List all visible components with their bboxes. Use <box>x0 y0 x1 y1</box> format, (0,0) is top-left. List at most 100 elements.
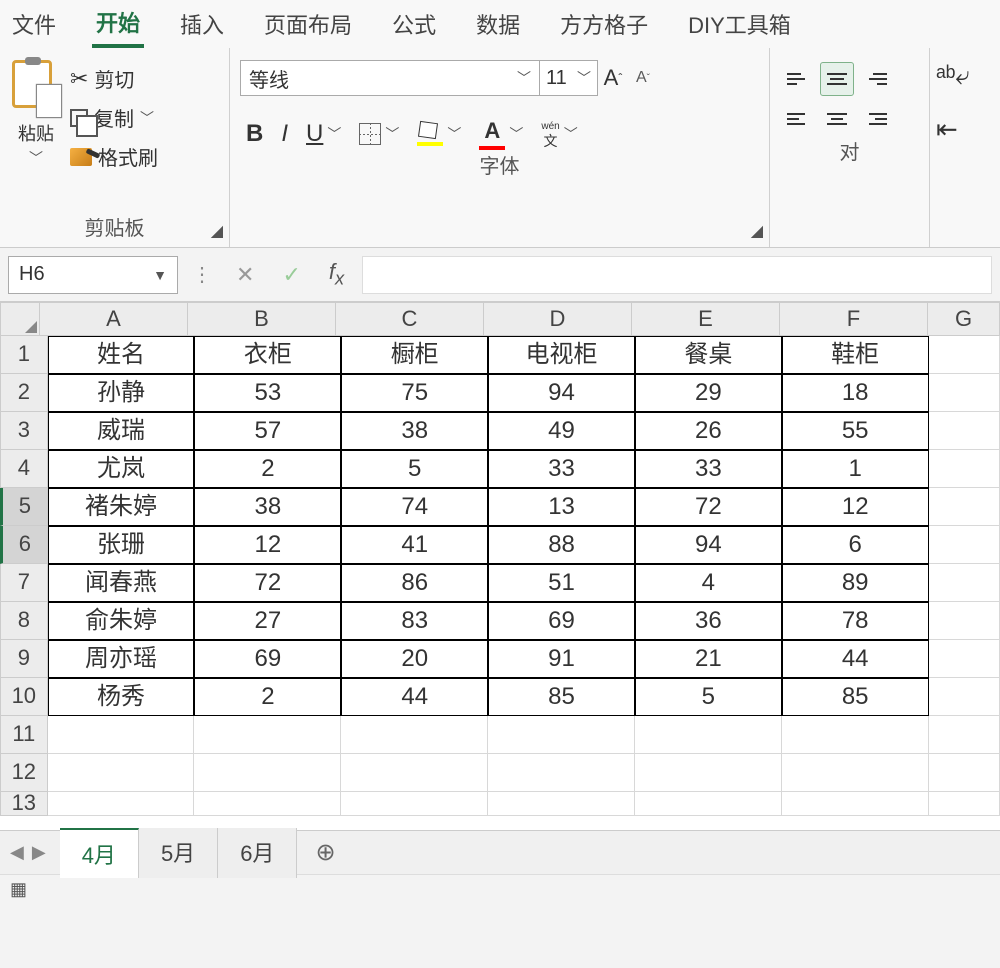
row-header-1[interactable]: 1 <box>0 336 48 374</box>
row-header-8[interactable]: 8 <box>0 602 48 640</box>
cell-C11[interactable] <box>341 716 488 754</box>
format-painter-button[interactable]: 格式刷 <box>70 142 158 171</box>
row-header-4[interactable]: 4 <box>0 450 48 488</box>
sheet-nav-next-button[interactable]: ▶ <box>32 842 46 863</box>
cell-G12[interactable] <box>929 754 1000 792</box>
cell-C7[interactable]: 86 <box>341 564 488 602</box>
cell-F6[interactable]: 6 <box>782 526 929 564</box>
cell-C12[interactable] <box>341 754 488 792</box>
cell-B11[interactable] <box>194 716 341 754</box>
italic-button[interactable]: I <box>281 120 288 148</box>
wrap-text-button[interactable]: ᵃᵇ⤶ <box>936 60 970 92</box>
cell-E10[interactable]: 5 <box>635 678 782 716</box>
cell-C1[interactable]: 橱柜 <box>341 336 488 374</box>
row-header-5[interactable]: 5 <box>0 488 48 526</box>
cell-B5[interactable]: 38 <box>194 488 341 526</box>
sheet-tab-6月[interactable]: 6月 <box>218 828 297 878</box>
cell-D12[interactable] <box>488 754 635 792</box>
cell-B2[interactable]: 53 <box>194 374 341 412</box>
indent-button[interactable]: ⇤ <box>936 114 970 145</box>
cell-B8[interactable]: 27 <box>194 602 341 640</box>
menu-item-3[interactable]: 页面布局 <box>260 2 356 46</box>
sheet-tab-5月[interactable]: 5月 <box>139 828 218 878</box>
cell-D7[interactable]: 51 <box>488 564 635 602</box>
cell-A3[interactable]: 威瑞 <box>48 412 195 450</box>
cell-C13[interactable] <box>341 792 488 816</box>
cell-B7[interactable]: 72 <box>194 564 341 602</box>
cell-E13[interactable] <box>635 792 782 816</box>
cell-F13[interactable] <box>782 792 929 816</box>
cell-F11[interactable] <box>782 716 929 754</box>
cell-A10[interactable]: 杨秀 <box>48 678 195 716</box>
column-header-E[interactable]: E <box>632 302 780 336</box>
cell-C5[interactable]: 74 <box>341 488 488 526</box>
cell-G10[interactable] <box>929 678 1000 716</box>
cell-C4[interactable]: 5 <box>341 450 488 488</box>
increase-font-size-button[interactable]: Aˆ <box>598 60 628 96</box>
row-header-12[interactable]: 12 <box>0 754 48 792</box>
bold-button[interactable]: B <box>246 120 263 148</box>
align-left-button[interactable] <box>780 102 814 136</box>
cell-F9[interactable]: 44 <box>782 640 929 678</box>
cell-D10[interactable]: 85 <box>488 678 635 716</box>
cell-A11[interactable] <box>48 716 195 754</box>
copy-button[interactable]: 复制﹀ <box>70 103 158 132</box>
clipboard-dialog-launcher[interactable]: ◢ <box>211 221 223 241</box>
cell-D3[interactable]: 49 <box>488 412 635 450</box>
cell-F1[interactable]: 鞋柜 <box>782 336 929 374</box>
cell-E6[interactable]: 94 <box>635 526 782 564</box>
cell-B3[interactable]: 57 <box>194 412 341 450</box>
menu-item-0[interactable]: 文件 <box>8 2 60 46</box>
column-header-A[interactable]: A <box>40 302 188 336</box>
align-top-left-button[interactable] <box>780 62 814 96</box>
cell-A5[interactable]: 褚朱婷 <box>48 488 195 526</box>
cell-D6[interactable]: 88 <box>488 526 635 564</box>
cell-G5[interactable] <box>929 488 1000 526</box>
cell-E3[interactable]: 26 <box>635 412 782 450</box>
cell-D4[interactable]: 33 <box>488 450 635 488</box>
cell-F3[interactable]: 55 <box>782 412 929 450</box>
cell-B1[interactable]: 衣柜 <box>194 336 341 374</box>
paste-button[interactable]: 粘贴 ﹀ <box>10 60 62 168</box>
cell-D11[interactable] <box>488 716 635 754</box>
cell-B4[interactable]: 2 <box>194 450 341 488</box>
row-header-6[interactable]: 6 <box>0 526 48 564</box>
cell-C3[interactable]: 38 <box>341 412 488 450</box>
cell-E2[interactable]: 29 <box>635 374 782 412</box>
phonetic-guide-button[interactable]: wén文﹀ <box>541 121 577 148</box>
cell-G7[interactable] <box>929 564 1000 602</box>
column-header-F[interactable]: F <box>780 302 928 336</box>
cell-B13[interactable] <box>194 792 341 816</box>
menu-item-1[interactable]: 开始 <box>92 0 144 48</box>
cell-E7[interactable]: 4 <box>635 564 782 602</box>
cell-A4[interactable]: 尤岚 <box>48 450 195 488</box>
underline-button[interactable]: U﹀ <box>306 120 341 148</box>
cell-A9[interactable]: 周亦瑶 <box>48 640 195 678</box>
row-header-2[interactable]: 2 <box>0 374 48 412</box>
cell-B6[interactable]: 12 <box>194 526 341 564</box>
cell-G2[interactable] <box>929 374 1000 412</box>
cell-A6[interactable]: 张珊 <box>48 526 195 564</box>
accept-formula-button[interactable]: ✓ <box>272 262 310 288</box>
cell-G3[interactable] <box>929 412 1000 450</box>
cell-F12[interactable] <box>782 754 929 792</box>
cell-D1[interactable]: 电视柜 <box>488 336 635 374</box>
cell-C9[interactable]: 20 <box>341 640 488 678</box>
cell-G13[interactable] <box>929 792 1000 816</box>
column-header-D[interactable]: D <box>484 302 632 336</box>
align-top-right-button[interactable] <box>860 62 894 96</box>
cell-E11[interactable] <box>635 716 782 754</box>
cell-D9[interactable]: 91 <box>488 640 635 678</box>
sheet-tab-4月[interactable]: 4月 <box>60 828 139 878</box>
menu-item-4[interactable]: 公式 <box>388 2 440 46</box>
column-header-C[interactable]: C <box>336 302 484 336</box>
cell-E4[interactable]: 33 <box>635 450 782 488</box>
row-header-11[interactable]: 11 <box>0 716 48 754</box>
cell-B12[interactable] <box>194 754 341 792</box>
cut-button[interactable]: ✂剪切 <box>70 64 158 93</box>
menu-item-5[interactable]: 数据 <box>472 2 524 46</box>
cell-G1[interactable] <box>929 336 1000 374</box>
formula-input[interactable] <box>362 256 992 294</box>
column-header-B[interactable]: B <box>188 302 336 336</box>
cell-A7[interactable]: 闻春燕 <box>48 564 195 602</box>
